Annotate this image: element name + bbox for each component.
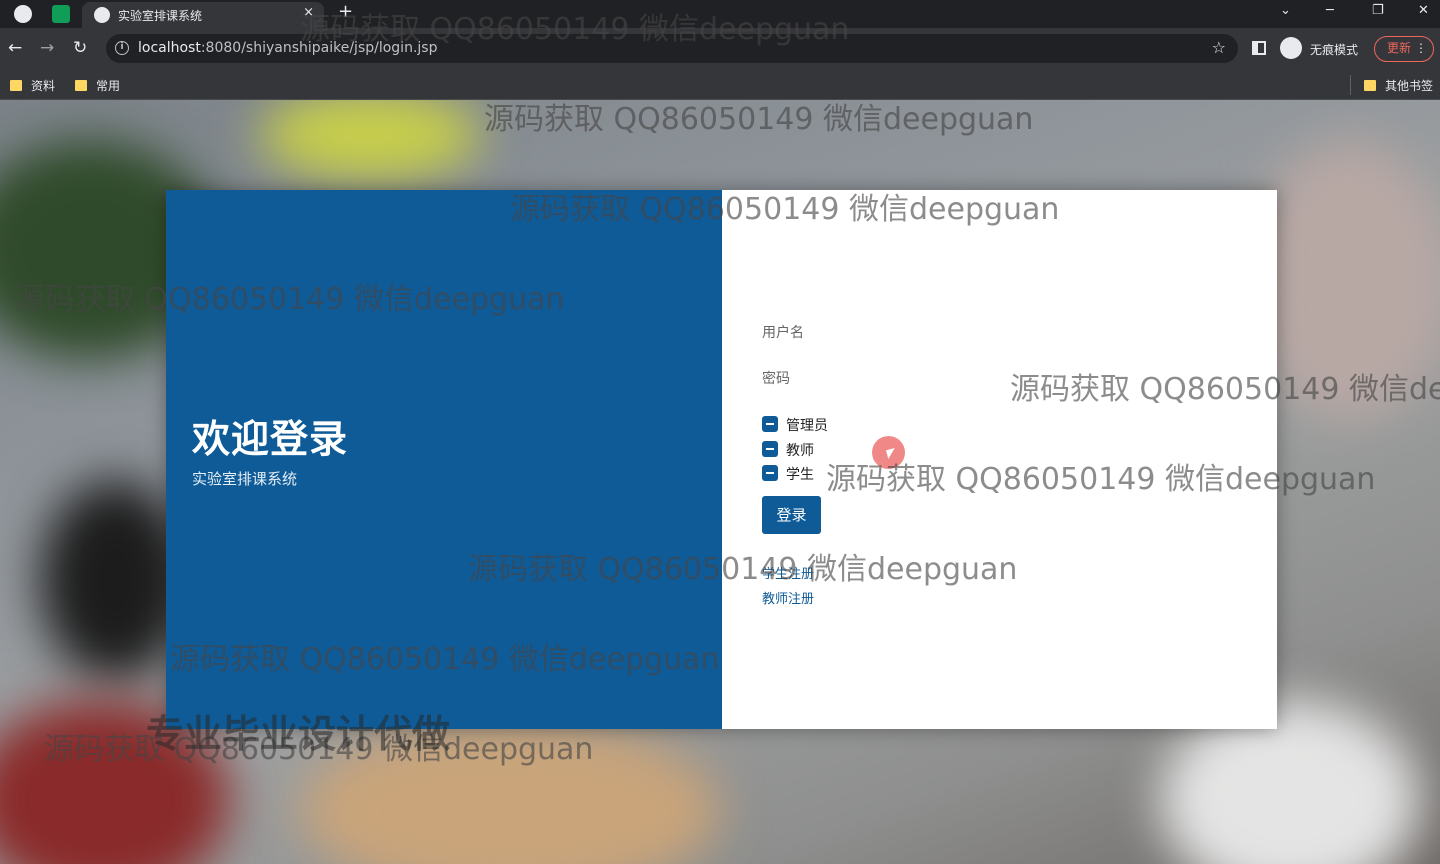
active-tab[interactable]: 实验室排课系统 × — [82, 2, 324, 28]
notebook-blur — [300, 720, 720, 864]
folder-icon — [1364, 80, 1376, 91]
login-button[interactable]: 登录 — [762, 496, 821, 534]
system-subtitle: 实验室排课系统 — [192, 470, 298, 488]
other-bookmarks-label: 其他书签 — [1385, 79, 1434, 93]
folder-icon — [10, 80, 22, 91]
minimize-button[interactable]: ─ — [1326, 3, 1334, 18]
close-tab-icon[interactable]: × — [303, 5, 314, 20]
role-label: 管理员 — [786, 418, 828, 434]
side-panel-icon[interactable] — [1252, 41, 1266, 55]
tab-strip: 实验室排课系统 × + ⌄ ─ ❐ ✕ — [0, 0, 1440, 28]
student-register-link[interactable]: 学生注册 — [762, 563, 814, 582]
other-bookmarks[interactable]: 其他书签 — [1364, 77, 1433, 94]
tab-search-icon[interactable]: ⌄ — [1280, 3, 1291, 18]
bookmark-star-icon[interactable]: ☆ — [1212, 38, 1226, 57]
browser-toolbar: ← → ↻ i localhost:8080/shiyanshipaike/js… — [0, 28, 1440, 70]
checkbox-icon[interactable] — [762, 465, 778, 481]
incognito-icon — [1280, 37, 1302, 59]
bookmark-folder-ziliao[interactable]: 资料 — [10, 77, 55, 94]
tab-title: 实验室排课系统 — [118, 9, 203, 23]
welcome-title: 欢迎登录 — [192, 417, 349, 461]
bookmark-label: 常用 — [96, 79, 121, 93]
paper-blur — [1250, 140, 1440, 420]
flower-blur — [260, 100, 480, 180]
bookmarks-bar: 资料 常用 其他书签 — [0, 70, 1440, 100]
menu-dots-icon[interactable]: ⋮ — [1415, 37, 1427, 60]
role-label: 教师 — [786, 443, 814, 459]
login-form: 管理员 教师 学生 登录 学生注册 教师注册 — [722, 190, 1277, 729]
browser-logo-icon[interactable] — [14, 5, 32, 23]
folder-icon — [75, 80, 87, 91]
welcome-panel: 欢迎登录 实验室排课系统 — [166, 190, 722, 729]
update-button[interactable]: 更新 ⋮ — [1374, 36, 1434, 62]
update-label: 更新 — [1387, 41, 1412, 55]
bookmark-label: 资料 — [31, 79, 56, 93]
close-window-button[interactable]: ✕ — [1418, 3, 1429, 18]
back-arrow-icon[interactable]: ← — [8, 38, 22, 58]
address-bar[interactable]: i localhost:8080/shiyanshipaike/jsp/logi… — [106, 34, 1238, 63]
url-text[interactable]: localhost:8080/shiyanshipaike/jsp/login.… — [138, 40, 437, 56]
teacher-register-link[interactable]: 教师注册 — [762, 588, 814, 607]
role-label: 学生 — [786, 467, 814, 483]
username-input[interactable] — [762, 318, 1222, 348]
password-input[interactable] — [762, 364, 1222, 394]
sheets-app-icon[interactable] — [52, 5, 70, 23]
checkbox-icon[interactable] — [762, 441, 778, 457]
bookmark-separator — [1350, 75, 1351, 95]
page-background: 欢迎登录 实验室排课系统 管理员 教师 学生 登录 学生注册 教师注册 — [0, 100, 1440, 864]
site-info-icon[interactable]: i — [115, 41, 129, 55]
forward-arrow-icon[interactable]: → — [40, 38, 54, 58]
tab-favicon-icon — [94, 7, 110, 23]
bookmark-folder-changyong[interactable]: 常用 — [75, 77, 120, 94]
new-tab-button[interactable]: + — [338, 1, 353, 22]
login-card: 欢迎登录 实验室排课系统 管理员 教师 学生 登录 学生注册 教师注册 — [166, 190, 1277, 729]
incognito-label: 无痕模式 — [1310, 43, 1359, 57]
restore-button[interactable]: ❐ — [1372, 3, 1384, 18]
url-host: localhost — [138, 40, 201, 56]
reload-icon[interactable]: ↻ — [73, 38, 87, 58]
checkbox-icon[interactable] — [762, 416, 778, 432]
url-path: :8080/shiyanshipaike/jsp/login.jsp — [200, 40, 438, 56]
